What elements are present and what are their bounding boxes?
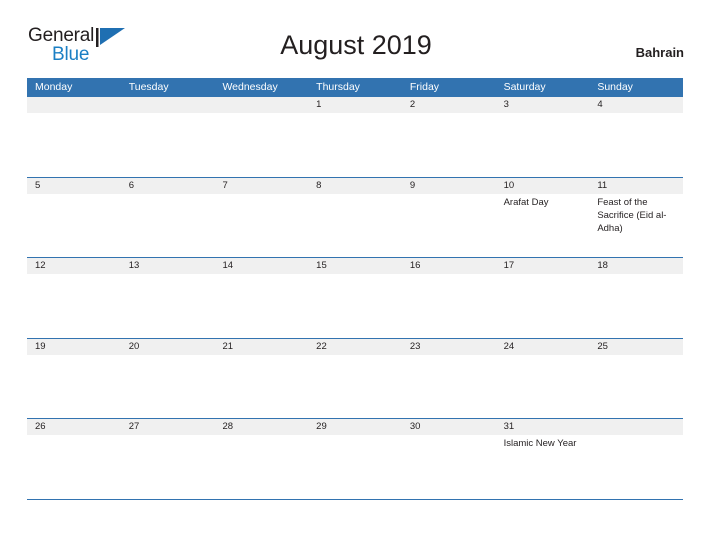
day-event [27, 355, 121, 418]
day-event [308, 355, 402, 418]
day-number[interactable]: 13 [121, 258, 215, 274]
weekday-monday: Monday [35, 81, 73, 93]
day-number[interactable]: 7 [214, 178, 308, 194]
day-number[interactable]: 17 [496, 258, 590, 274]
day-event [121, 274, 215, 337]
day-number[interactable]: 21 [214, 339, 308, 355]
day-event: Feast of the Sacrifice (Eid al-Adha) [597, 196, 667, 234]
day-number[interactable]: 24 [496, 339, 590, 355]
weekday-tuesday: Tuesday [128, 81, 169, 93]
day-number[interactable]: 31 [496, 419, 590, 435]
day-event [589, 113, 683, 176]
day-event [402, 113, 496, 176]
day-event: Islamic New Year [503, 438, 577, 449]
day-event [308, 194, 402, 257]
day-event [27, 274, 121, 337]
day-event [27, 435, 121, 498]
week-event-band: Islamic New Year [27, 435, 683, 498]
day-event [402, 435, 496, 498]
calendar-bottom-divider [27, 498, 683, 500]
weekday-sunday: Sunday [597, 81, 633, 93]
day-number[interactable]: 29 [308, 419, 402, 435]
day-event [27, 194, 121, 257]
day-event [496, 274, 590, 337]
weekday-friday: Friday [409, 81, 440, 93]
day-event [308, 113, 402, 176]
day-number[interactable] [214, 97, 308, 113]
page-header: General Blue August 2019 Bahrain [0, 0, 712, 64]
country-label: Bahrain [635, 45, 684, 60]
day-event [308, 274, 402, 337]
day-event [589, 274, 683, 337]
day-event [308, 435, 402, 498]
day-number[interactable]: 8 [308, 178, 402, 194]
day-event [121, 355, 215, 418]
day-event [589, 355, 683, 418]
day-event [121, 113, 215, 176]
week-event-band: Arafat Day Feast of the Sacrifice (Eid a… [27, 194, 683, 257]
day-event [496, 113, 590, 176]
day-number[interactable]: 9 [402, 178, 496, 194]
week-row: 1 2 3 4 [27, 96, 683, 177]
day-event [121, 435, 215, 498]
day-number[interactable]: 20 [121, 339, 215, 355]
page-title: August 2019 [280, 30, 432, 60]
day-number[interactable]: 18 [589, 258, 683, 274]
day-number[interactable] [121, 97, 215, 113]
day-number[interactable]: 25 [589, 339, 683, 355]
day-event [214, 274, 308, 337]
day-number[interactable]: 14 [214, 258, 308, 274]
week-row: 12 13 14 15 16 17 18 [27, 257, 683, 338]
week-daynumber-band: 19 20 21 22 23 24 25 [27, 338, 683, 355]
week-row: 19 20 21 22 23 24 25 [27, 337, 683, 419]
day-number[interactable] [27, 97, 121, 113]
weekday-wednesday: Wednesday [222, 81, 278, 93]
day-number[interactable]: 27 [121, 419, 215, 435]
week-row: 26 27 28 29 30 31 Islamic New Year [27, 418, 683, 499]
day-event [402, 274, 496, 337]
day-number[interactable]: 3 [496, 97, 590, 113]
day-number[interactable]: 23 [402, 339, 496, 355]
week-event-band [27, 113, 683, 176]
day-event [402, 194, 496, 257]
day-event [214, 355, 308, 418]
day-number[interactable]: 12 [27, 258, 121, 274]
day-number[interactable]: 6 [121, 178, 215, 194]
weekday-thursday: Thursday [316, 81, 360, 93]
day-event [214, 435, 308, 498]
weekday-header-row: Monday Tuesday Wednesday Thursday Friday… [27, 78, 683, 96]
day-number[interactable]: 10 [496, 178, 590, 194]
day-number[interactable]: 30 [402, 419, 496, 435]
day-number[interactable] [589, 419, 683, 435]
week-daynumber-band: 5 6 7 8 9 10 11 [27, 177, 683, 194]
week-daynumber-band: 26 27 28 29 30 31 [27, 419, 683, 435]
week-daynumber-band: 1 2 3 4 [27, 97, 683, 113]
day-number[interactable]: 26 [27, 419, 121, 435]
day-event [402, 355, 496, 418]
day-number[interactable]: 16 [402, 258, 496, 274]
day-event [496, 355, 590, 418]
day-number[interactable]: 2 [402, 97, 496, 113]
day-number[interactable]: 22 [308, 339, 402, 355]
day-event: Arafat Day [503, 196, 549, 208]
day-event [214, 113, 308, 176]
day-number[interactable]: 1 [308, 97, 402, 113]
weekday-saturday: Saturday [503, 81, 546, 93]
week-row: 5 6 7 8 9 10 11 Arafat Day Feast of the … [27, 176, 683, 258]
day-number[interactable]: 15 [308, 258, 402, 274]
day-number[interactable]: 19 [27, 339, 121, 355]
day-event [589, 435, 683, 498]
day-number[interactable]: 11 [589, 178, 683, 194]
day-event [214, 194, 308, 257]
week-daynumber-band: 12 13 14 15 16 17 18 [27, 258, 683, 274]
day-number[interactable]: 4 [589, 97, 683, 113]
week-event-band [27, 355, 683, 418]
day-event [121, 194, 215, 257]
day-number[interactable]: 5 [27, 178, 121, 194]
day-number[interactable]: 28 [214, 419, 308, 435]
week-event-band [27, 274, 683, 337]
calendar-grid: Monday Tuesday Wednesday Thursday Friday… [27, 78, 683, 500]
day-event [27, 113, 121, 176]
